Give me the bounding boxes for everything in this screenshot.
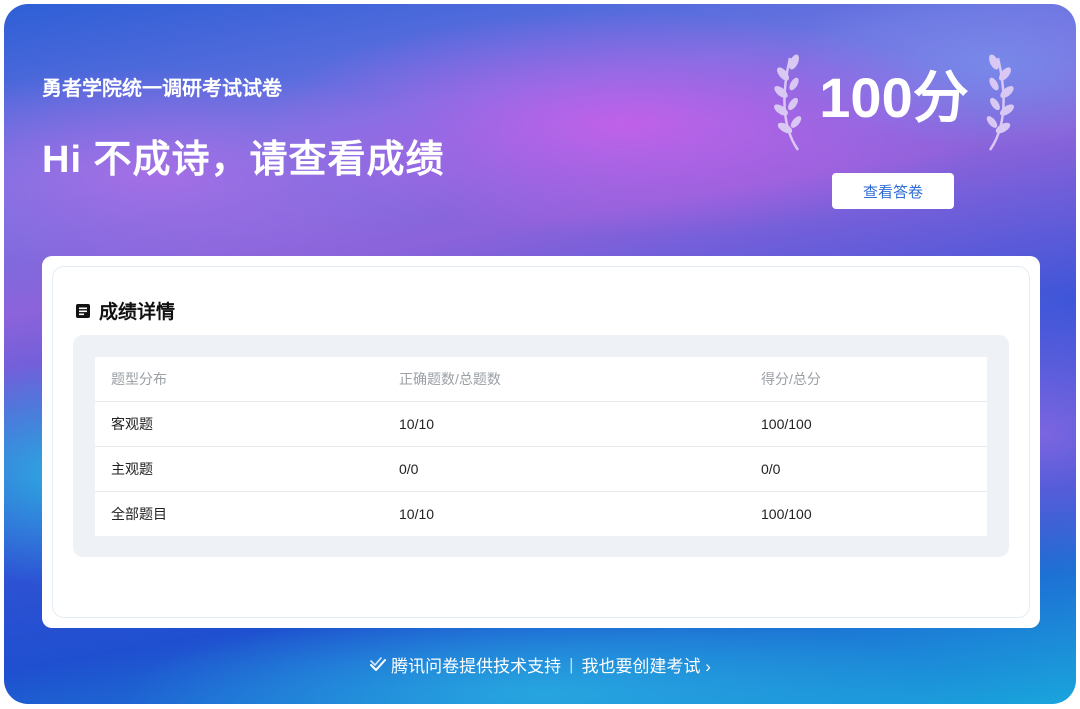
column-header: 题型分布 bbox=[95, 357, 383, 402]
section-title: 成绩详情 bbox=[99, 302, 176, 323]
view-answers-button[interactable]: 查看答卷 bbox=[832, 173, 954, 209]
table-cell: 0/0 bbox=[745, 446, 987, 492]
table-cell: 主观题 bbox=[95, 446, 383, 492]
table-cell: 全部题目 bbox=[111, 506, 167, 522]
table-cell: 10/10 bbox=[383, 401, 745, 447]
document-list-icon bbox=[76, 303, 90, 318]
score-table: 题型分布 正确题数/总题数 得分/总分 客观题 10/10 100/100 主观… bbox=[95, 357, 987, 536]
check-icon bbox=[370, 656, 387, 671]
footer-divider: | bbox=[569, 654, 574, 674]
table-cell: 100/100 bbox=[745, 401, 987, 447]
create-exam-link[interactable]: 我也要创建考试 › bbox=[582, 652, 711, 677]
card-inner-border: 成绩详情 题型分布 正确题数/总题数 得分/总分 客观题 10/10 100/1… bbox=[52, 266, 1030, 618]
page-background: 勇者学院统一调研考试试卷 Hi 不成诗，请查看成绩 100分 查看答卷 成绩详情… bbox=[4, 4, 1076, 704]
table-cell: 客观题 bbox=[95, 401, 383, 447]
create-exam-label: 我也要创建考试 bbox=[581, 657, 701, 676]
table-header-row: 题型分布 正确题数/总题数 得分/总分 bbox=[95, 357, 987, 402]
chevron-right-icon: › bbox=[705, 657, 711, 676]
column-header: 正确题数/总题数 bbox=[383, 357, 745, 402]
table-row: 全部题目 10/10 100/100 bbox=[95, 492, 987, 537]
table-row: 客观题 10/10 100/100 bbox=[95, 401, 987, 447]
laurel-right-icon bbox=[986, 54, 1014, 151]
greeting-text: Hi 不成诗，请查看成绩 bbox=[42, 139, 445, 181]
score-details-card: 成绩详情 题型分布 正确题数/总题数 得分/总分 客观题 10/10 100/1… bbox=[42, 256, 1040, 628]
table-cell: 100/100 bbox=[761, 506, 812, 522]
score-display: 100分 bbox=[774, 50, 1014, 154]
score-value: 100分 bbox=[819, 66, 969, 129]
table-cell: 0/0 bbox=[383, 446, 745, 492]
column-header: 得分/总分 bbox=[745, 357, 987, 402]
footer: 腾讯问卷提供技术支持 | 我也要创建考试 › bbox=[4, 652, 1076, 677]
table-row: 主观题 0/0 0/0 bbox=[95, 446, 987, 492]
section-header: 成绩详情 bbox=[75, 297, 175, 324]
support-text: 腾讯问卷提供技术支持 bbox=[391, 657, 562, 676]
score-table-container: 题型分布 正确题数/总题数 得分/总分 客观题 10/10 100/100 主观… bbox=[73, 335, 1009, 557]
exam-title: 勇者学院统一调研考试试卷 bbox=[42, 78, 282, 100]
table-cell: 10/10 bbox=[399, 506, 435, 522]
